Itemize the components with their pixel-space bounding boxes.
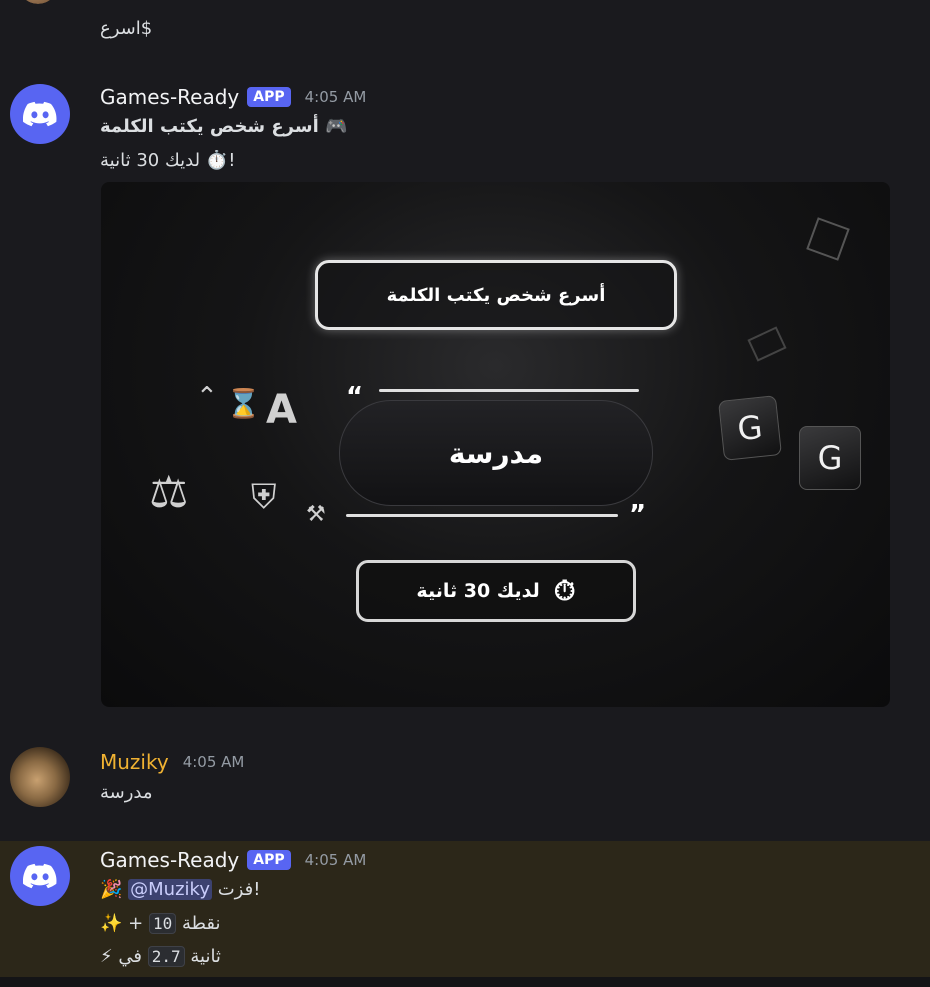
timestamp[interactable]: 4:05 AM xyxy=(305,851,367,869)
seconds-label: ثانية xyxy=(190,946,221,967)
top-line xyxy=(379,389,639,392)
scales-icon: ⚖ xyxy=(149,467,189,518)
message-header: Muziky 4:05 AM xyxy=(100,749,244,775)
image-title-box: أسرع شخص يكتب الكلمة xyxy=(315,260,677,330)
g-key-icon: G xyxy=(718,395,782,461)
muziky-avatar[interactable] xyxy=(10,747,70,807)
games-ready-avatar[interactable] xyxy=(10,846,70,906)
stopwatch-icon: ⏱ xyxy=(553,574,576,607)
app-badge: APP xyxy=(247,850,291,870)
party-emoji-icon: 🎉 xyxy=(100,879,123,900)
bottom-bar xyxy=(0,977,930,987)
seconds-value: 2.7 xyxy=(147,946,185,967)
shard-decoration xyxy=(747,326,787,362)
points-plus: + xyxy=(128,913,144,934)
win-text: فزت! xyxy=(217,879,261,900)
game-image[interactable]: أسرع شخص يكتب الكلمة “ مدرسة ” لديك 30 ث… xyxy=(101,182,890,707)
target-word: مدرسة xyxy=(339,400,653,506)
hourglass-icon: ⌛ xyxy=(226,387,261,420)
message-header: Games-Ready APP 4:05 AM xyxy=(100,847,366,873)
message-header: Games-Ready APP 4:05 AM xyxy=(100,84,366,110)
shield-icon: ⛨ xyxy=(251,477,277,517)
prev-message-text: اسرع$ xyxy=(100,18,153,39)
username[interactable]: Games-Ready xyxy=(100,848,239,872)
games-ready-avatar[interactable] xyxy=(10,84,70,144)
app-badge: APP xyxy=(247,87,291,107)
discord-logo-icon xyxy=(23,863,57,889)
g-key-icon: G xyxy=(799,426,861,490)
bolt-emoji-icon: ⚡ xyxy=(100,946,113,967)
in-label: في xyxy=(118,946,142,967)
username[interactable]: Games-Ready xyxy=(100,85,239,109)
letter-a-icon: A xyxy=(266,387,297,433)
chevrons-icon: ⌃ xyxy=(196,382,218,412)
user-mention[interactable]: @Muziky xyxy=(128,879,212,900)
username[interactable]: Muziky xyxy=(100,750,169,774)
open-quote-icon: “ xyxy=(346,382,364,412)
timer-text: لديك 30 ثانية xyxy=(416,580,540,602)
message-line: لديك 30 ثانية ⏱️! xyxy=(100,150,236,171)
points-line: ✨ + 10 نقطة xyxy=(100,913,221,934)
timer-box: لديك 30 ثانية ⏱ xyxy=(356,560,636,622)
timestamp[interactable]: 4:05 AM xyxy=(305,88,367,106)
gavel-icon: ⚒ xyxy=(306,502,326,527)
message-line: أسرع شخص يكتب الكلمة 🎮 xyxy=(100,116,348,137)
sparkle-emoji-icon: ✨ xyxy=(100,913,123,934)
prev-avatar[interactable] xyxy=(18,0,58,4)
time-line: ⚡ ثانية 2.7 في xyxy=(100,946,221,967)
bottom-line xyxy=(346,514,618,517)
points-label: نقطة xyxy=(181,913,221,934)
points-value: 10 xyxy=(148,913,177,934)
win-line: 🎉 @Muziky فزت! xyxy=(100,879,260,900)
message-line: مدرسة xyxy=(100,782,153,803)
timestamp[interactable]: 4:05 AM xyxy=(183,753,245,771)
close-quote-icon: ” xyxy=(629,500,647,530)
shard-decoration xyxy=(806,217,850,261)
discord-logo-icon xyxy=(23,101,57,127)
